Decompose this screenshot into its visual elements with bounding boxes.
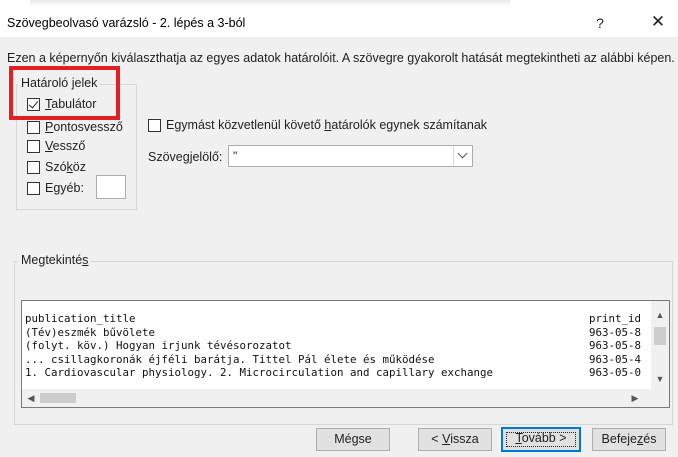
text-qualifier-label: Szövegjelölő:: [148, 150, 223, 164]
finish-button[interactable]: Befejezés: [592, 428, 666, 451]
scroll-left-icon[interactable]: ◀: [24, 392, 38, 404]
preview-group-label: Megtekintés: [18, 253, 92, 267]
checkbox-tab-label: Tabulátor: [45, 97, 97, 111]
horizontal-scrollbar[interactable]: ◀ ▶: [22, 389, 651, 407]
checkbox-space-label: Szóköz: [45, 160, 86, 174]
checkbox-consecutive-box[interactable]: [148, 118, 161, 132]
checkbox-other-label: Egyéb:: [45, 181, 84, 195]
focus-rectangle: [506, 432, 576, 447]
help-icon: ?: [596, 15, 604, 31]
preview-cell: 963-05-4: [589, 352, 642, 366]
checkbox-space[interactable]: Szóköz: [27, 160, 86, 174]
data-preview-pane[interactable]: publication_title (Tév)eszmék bűvölete (…: [21, 300, 670, 408]
checkbox-space-box[interactable]: [27, 160, 40, 174]
text-qualifier-value: ": [233, 149, 238, 163]
checkbox-consecutive-label: Egymást közvetlenül követő határolók egy…: [166, 118, 488, 132]
help-button[interactable]: ?: [588, 12, 612, 34]
instructions-text: Ezen a képernyőn kiválaszthatja az egyes…: [7, 51, 675, 65]
checkbox-tab-box[interactable]: [27, 97, 40, 111]
checkmark-icon: [28, 97, 39, 109]
preview-line: (Tév)eszmék bűvölete: [25, 325, 156, 339]
scroll-right-icon[interactable]: ▶: [628, 392, 642, 404]
checkbox-tab[interactable]: Tabulátor: [27, 97, 96, 111]
checkbox-comma-box[interactable]: [27, 139, 40, 153]
preview-cell: 963-05-8: [589, 339, 642, 352]
vertical-scroll-thumb[interactable]: [654, 327, 666, 345]
cancel-button[interactable]: Mégse: [316, 428, 390, 451]
close-icon: ✕: [650, 12, 666, 31]
window-title: Szövegbeolvasó varázsló - 2. lépés a 3-b…: [7, 16, 246, 30]
scroll-up-icon[interactable]: ▲: [653, 309, 667, 321]
preview-line: 1. Cardiovascular physiology. 2. Microci…: [25, 366, 494, 379]
preview-text-column-1: publication_title (Tév)eszmék bűvölete (…: [22, 312, 588, 387]
preview-line: (folyt. köv.) Hogyan irjunk tévésorozato…: [25, 339, 292, 352]
checkbox-other[interactable]: Egyéb:: [27, 181, 84, 195]
checkbox-other-box[interactable]: [27, 181, 40, 195]
checkbox-semicolon-box[interactable]: [27, 120, 40, 134]
checkbox-comma[interactable]: Vessző: [27, 139, 85, 153]
close-button[interactable]: ✕: [646, 11, 670, 33]
vertical-scrollbar[interactable]: ▲ ▼: [651, 301, 669, 389]
scroll-down-icon[interactable]: ▼: [653, 373, 667, 385]
back-button[interactable]: < Vissza: [418, 428, 492, 451]
preview-line: ... csillagkoronák éjféli barátja. Titte…: [25, 352, 435, 366]
title-bar-shadow: [30, 0, 510, 6]
chevron-down-icon: [457, 148, 468, 159]
scrollbar-corner: [651, 389, 669, 407]
checkbox-semicolon-label: Pontosvessző: [45, 120, 123, 134]
dropdown-arrow-button[interactable]: [453, 146, 472, 166]
preview-text-column-2: print_id 963-05-8 963-05-8 963-05-4 963-…: [588, 312, 651, 387]
next-button[interactable]: Tovább >: [501, 427, 581, 452]
text-qualifier-dropdown[interactable]: ": [228, 145, 473, 167]
preview-cell: print_id: [589, 312, 642, 325]
preview-line: publication_title: [25, 312, 136, 325]
checkbox-semicolon[interactable]: Pontosvessző: [27, 120, 123, 134]
delimiters-group-label: Határoló jelek: [18, 76, 101, 90]
horizontal-scroll-thumb[interactable]: [40, 393, 76, 403]
other-delimiter-input[interactable]: [96, 175, 126, 199]
checkbox-consecutive-delimiters[interactable]: Egymást közvetlenül követő határolók egy…: [148, 118, 487, 132]
preview-cell: 963-05-8: [589, 325, 642, 339]
checkbox-comma-label: Vessző: [45, 139, 86, 153]
preview-cell: 963-05-0: [589, 366, 642, 379]
